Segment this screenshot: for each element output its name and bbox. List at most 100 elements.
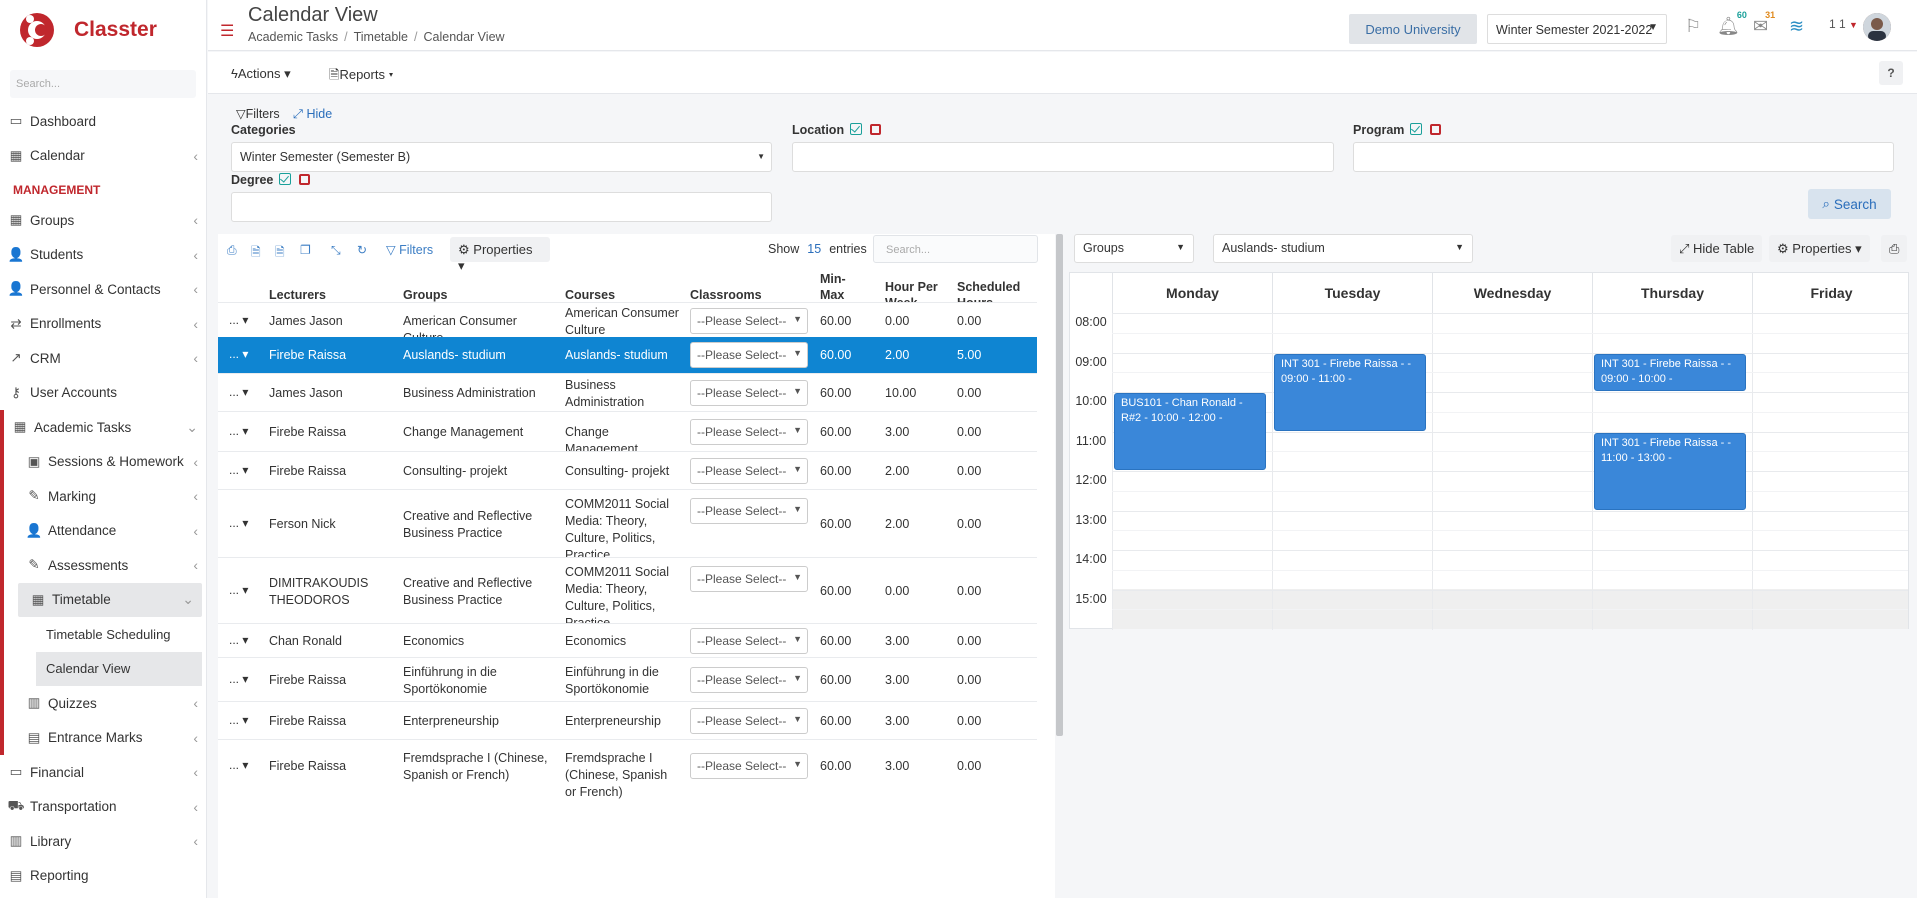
- copy-icon[interactable]: ❐: [300, 243, 311, 257]
- avatar[interactable]: [1863, 13, 1891, 41]
- sidebar-item-academic-tasks[interactable]: ▦ Academic Tasks ⌄: [4, 410, 206, 445]
- classroom-select[interactable]: --Please Select-- ▼: [690, 419, 808, 445]
- calendar-properties-button[interactable]: ⚙ Properties ▾: [1769, 235, 1870, 262]
- sidebar-item-groups[interactable]: ▦ Groups ‹: [0, 203, 206, 238]
- csv-icon[interactable]: 🗎︎: [251, 243, 261, 264]
- user-menu[interactable]: 1 1 ▼: [1829, 17, 1858, 31]
- bell-icon[interactable]: 🔔︎ 60: [1717, 10, 1749, 37]
- select-all-icon[interactable]: [850, 123, 863, 135]
- mail-icon[interactable]: ✉ 31: [1753, 10, 1778, 37]
- classroom-select[interactable]: --Please Select-- ▼: [690, 342, 808, 368]
- group-by-select[interactable]: Groups ▼: [1074, 234, 1194, 263]
- sidebar-item-sessions-homework[interactable]: ▣ Sessions & Homework ‹: [4, 445, 206, 480]
- sidebar-item-quizzes[interactable]: ▥ Quizzes ‹: [4, 686, 206, 721]
- table-row[interactable]: ... ▾ Firebe Raissa Consulting- projekt Con…: [218, 451, 1037, 489]
- sidebar-item-calendar-view[interactable]: Calendar View: [36, 651, 202, 686]
- actions-dropdown[interactable]: ϟActions ▾: [231, 66, 291, 82]
- calendar-event[interactable]: INT 301 - Firebe Raissa - - 09:00 - 10:0…: [1594, 353, 1746, 391]
- clear-icon[interactable]: [1430, 124, 1442, 135]
- calendar-print-button[interactable]: ⎙: [1881, 235, 1908, 262]
- row-actions-menu[interactable]: ... ▾: [229, 713, 248, 727]
- hide-filters-link[interactable]: ⤢ Hide: [293, 107, 332, 122]
- sidebar-item-crm[interactable]: ↗ CRM ‹: [0, 341, 206, 376]
- sidebar-item-library[interactable]: ▥ Library ‹: [0, 824, 206, 859]
- row-actions-menu[interactable]: ... ▾: [229, 313, 248, 327]
- row-actions-menu[interactable]: ... ▾: [229, 758, 248, 772]
- sidebar-item-attendance[interactable]: 👤 Attendance ‹: [4, 514, 206, 549]
- table-row[interactable]: ... ▾ Ferson Nick Creative and Reflective …: [218, 489, 1037, 562]
- classroom-select[interactable]: --Please Select-- ▼: [690, 380, 808, 406]
- filters-toggle[interactable]: ▽Filters: [236, 106, 280, 121]
- sidebar-item-marking[interactable]: ✎ Marking ‹: [4, 479, 206, 514]
- column-header-classrooms[interactable]: Classrooms: [690, 288, 762, 302]
- table-row[interactable]: ... ▾ James Jason Business Administration B…: [218, 373, 1037, 411]
- column-header-groups[interactable]: Groups: [403, 288, 447, 302]
- row-actions-menu[interactable]: ... ▾: [229, 347, 248, 361]
- refresh-icon[interactable]: ↻: [357, 243, 367, 257]
- row-actions-menu[interactable]: ... ▾: [229, 583, 248, 597]
- breadcrumb-item[interactable]: Academic Tasks: [248, 30, 338, 44]
- table-properties-button[interactable]: ⚙ Properties ▾: [450, 237, 550, 273]
- table-row[interactable]: ... ▾ Firebe Raissa Enterpreneurship Enterp…: [218, 701, 1037, 739]
- column-header-courses[interactable]: Courses: [565, 288, 615, 302]
- row-actions-menu[interactable]: ... ▾: [229, 516, 248, 530]
- sidebar-item-transportation[interactable]: ⛟ Transportation ‹: [0, 790, 206, 825]
- categories-select[interactable]: Winter Semester (Semester B) ▼: [231, 142, 772, 172]
- calendar-event[interactable]: BUS101 - Chan Ronald - R#2 - 10:00 - 12:…: [1114, 393, 1266, 470]
- excel-icon[interactable]: 🗎︎: [275, 243, 285, 264]
- sidebar-item-students[interactable]: 👤 Students ‹: [0, 238, 206, 273]
- table-row[interactable]: ... ▾ Firebe Raissa Auslands- studium Ausla…: [218, 337, 1037, 373]
- clear-icon[interactable]: [870, 124, 882, 135]
- entries-count-select[interactable]: 15: [807, 242, 821, 256]
- table-row[interactable]: ... ▾ Firebe Raissa Einführung in die Spor…: [218, 657, 1037, 701]
- calendar-event[interactable]: INT 301 - Firebe Raissa - - 09:00 - 11:0…: [1274, 353, 1426, 431]
- table-row[interactable]: ... ▾ James Jason American Consumer Cultur…: [218, 302, 1037, 345]
- breadcrumb-item[interactable]: Timetable: [354, 30, 408, 44]
- select-all-icon[interactable]: [1410, 123, 1423, 135]
- semester-select[interactable]: Winter Semester 2021-2022 ▼: [1487, 14, 1667, 44]
- classroom-select[interactable]: --Please Select-- ▼: [690, 753, 808, 779]
- print-icon[interactable]: ⎙: [227, 243, 237, 258]
- classroom-select[interactable]: --Please Select-- ▼: [690, 498, 808, 524]
- sidebar-item-reporting[interactable]: ▤ Reporting: [0, 859, 206, 894]
- row-actions-menu[interactable]: ... ▾: [229, 633, 248, 647]
- sidebar-item-enrollments[interactable]: ⇄ Enrollments ‹: [0, 307, 206, 342]
- table-row[interactable]: ... ▾ Chan Ronald Economics Economics --Plea…: [218, 623, 1037, 657]
- menu-toggle-icon[interactable]: ☰: [220, 21, 234, 41]
- clear-icon[interactable]: [299, 174, 311, 185]
- select-all-icon[interactable]: [279, 173, 292, 185]
- sidebar-item-timetable-scheduling[interactable]: Timetable Scheduling: [4, 617, 206, 652]
- sidebar-search-input[interactable]: Search...: [10, 70, 196, 98]
- column-header-lecturers[interactable]: Lecturers: [269, 288, 326, 302]
- sidebar-item-financial[interactable]: ▭ Financial ‹: [0, 755, 206, 790]
- row-actions-menu[interactable]: ... ▾: [229, 424, 248, 438]
- classroom-select[interactable]: --Please Select-- ▼: [690, 307, 808, 334]
- table-search-input[interactable]: Search...: [873, 235, 1038, 263]
- classroom-select[interactable]: --Please Select-- ▼: [690, 708, 808, 734]
- sidebar-item-assessments[interactable]: ✎ Assessments ‹: [4, 548, 206, 583]
- classroom-select[interactable]: --Please Select-- ▼: [690, 458, 808, 484]
- row-actions-menu[interactable]: ... ▾: [229, 463, 248, 477]
- table-scrollbar[interactable]: [1056, 234, 1063, 736]
- sidebar-item-entrance-marks[interactable]: ▤ Entrance Marks ‹: [4, 721, 206, 756]
- layers-icon[interactable]: ≋: [1789, 16, 1804, 37]
- help-button[interactable]: ?: [1879, 61, 1903, 85]
- row-actions-menu[interactable]: ... ▾: [229, 385, 248, 399]
- compress-icon[interactable]: ⤡: [331, 243, 341, 258]
- flag-icon[interactable]: ⚐: [1685, 16, 1701, 37]
- classroom-select[interactable]: --Please Select-- ▼: [690, 566, 808, 592]
- sidebar-item-dashboard[interactable]: ▭ Dashboard: [0, 104, 206, 139]
- hide-table-button[interactable]: ⤢ Hide Table: [1671, 235, 1763, 262]
- sidebar-item-timetable[interactable]: ▦ Timetable ⌄: [18, 582, 202, 617]
- table-filters-button[interactable]: ▽ Filters: [386, 242, 433, 257]
- program-select[interactable]: [1353, 142, 1894, 172]
- table-row[interactable]: ... ▾ Firebe Raissa Fremdsprache I (Chines…: [218, 739, 1037, 799]
- classroom-select[interactable]: --Please Select-- ▼: [690, 667, 808, 693]
- university-button[interactable]: Demo University: [1349, 14, 1477, 44]
- reports-dropdown[interactable]: 🗎︎Reports ▾: [329, 66, 393, 88]
- group-select[interactable]: Auslands- studium ▼: [1213, 234, 1473, 263]
- search-button[interactable]: ⌕ Search: [1808, 189, 1891, 219]
- sidebar-item-personnel[interactable]: 👤 Personnel & Contacts ‹: [0, 272, 206, 307]
- app-logo[interactable]: Classter: [0, 0, 206, 60]
- degree-select[interactable]: [231, 192, 772, 222]
